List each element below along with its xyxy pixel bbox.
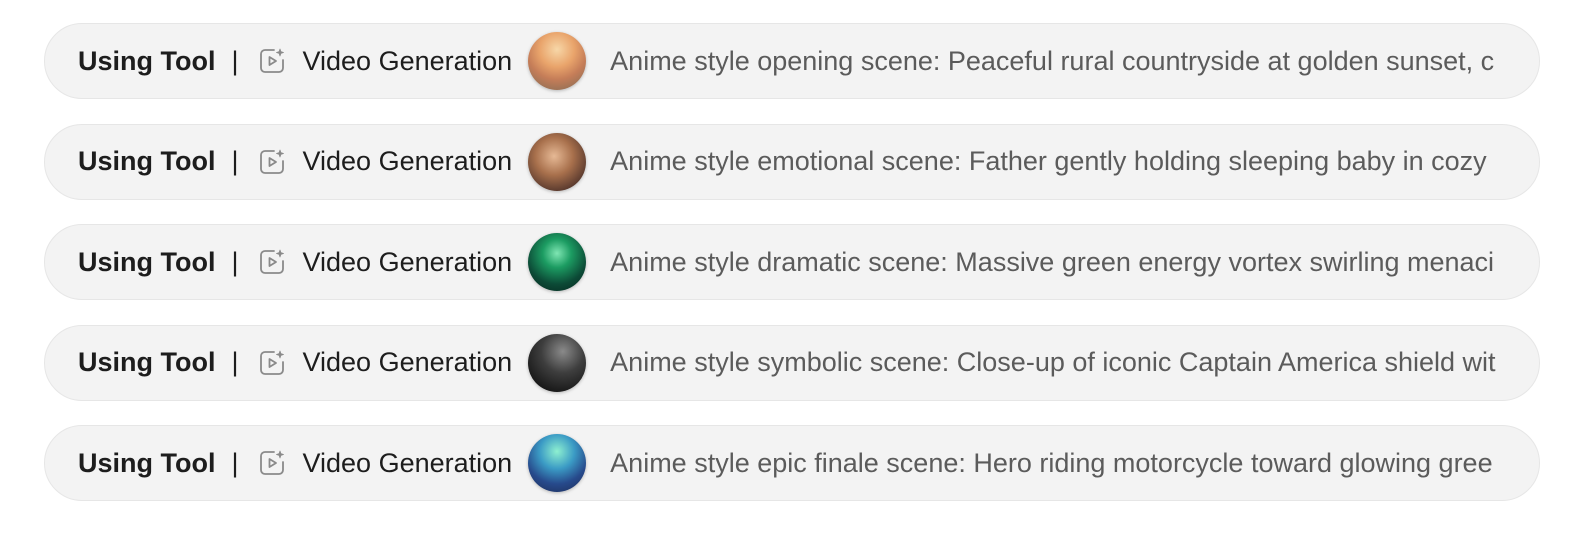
tool-name: Video Generation: [302, 447, 513, 478]
prompt-text: Anime style epic finale scene: Hero ridi…: [610, 447, 1493, 478]
prompt-text: Anime style dramatic scene: Massive gree…: [610, 246, 1495, 277]
tool-name: Video Generation: [302, 146, 513, 176]
separator: |: [231, 146, 239, 176]
prompt-text: Anime style opening scene: Peaceful rura…: [610, 45, 1495, 76]
prompt-text: Anime style symbolic scene: Close-up of …: [610, 347, 1496, 377]
status-label: Using Tool: [78, 347, 216, 377]
video-generation-icon: [257, 448, 287, 478]
status-label: Using Tool: [78, 146, 216, 176]
tool-call-row[interactable]: Using Tool | Video Generation Anime styl…: [44, 324, 1540, 401]
shield-closeup-thumbnail[interactable]: [528, 333, 587, 392]
tool-call-row[interactable]: Using Tool | Video Generation Anime styl…: [44, 425, 1540, 501]
green-vortex-thumbnail[interactable]: [528, 233, 587, 291]
separator: |: [231, 347, 239, 377]
video-generation-icon: [257, 247, 287, 277]
tool-call-row[interactable]: Using Tool | Video Generation Anime styl…: [44, 123, 1540, 200]
video-generation-icon: [257, 348, 287, 378]
tool-call-list: Using Tool | Video Generation Anime styl…: [44, 23, 1540, 526]
status-label: Using Tool: [78, 246, 216, 277]
status-label: Using Tool: [78, 447, 216, 478]
separator: |: [231, 45, 239, 76]
tool-name: Video Generation: [302, 45, 513, 76]
tool-call-row[interactable]: Using Tool | Video Generation Anime styl…: [44, 23, 1540, 99]
video-generation-icon: [257, 147, 287, 177]
video-generation-icon: [257, 46, 287, 76]
tool-call-row[interactable]: Using Tool | Video Generation Anime styl…: [44, 224, 1540, 300]
tool-name: Video Generation: [302, 347, 513, 377]
father-baby-thumbnail[interactable]: [528, 132, 587, 191]
aurora-motorcycle-thumbnail[interactable]: [528, 434, 587, 492]
separator: |: [231, 246, 239, 277]
separator: |: [231, 447, 239, 478]
status-label: Using Tool: [78, 45, 216, 76]
prompt-text: Anime style emotional scene: Father gent…: [610, 146, 1487, 176]
sunset-countryside-thumbnail[interactable]: [528, 32, 587, 90]
tool-name: Video Generation: [302, 246, 513, 277]
